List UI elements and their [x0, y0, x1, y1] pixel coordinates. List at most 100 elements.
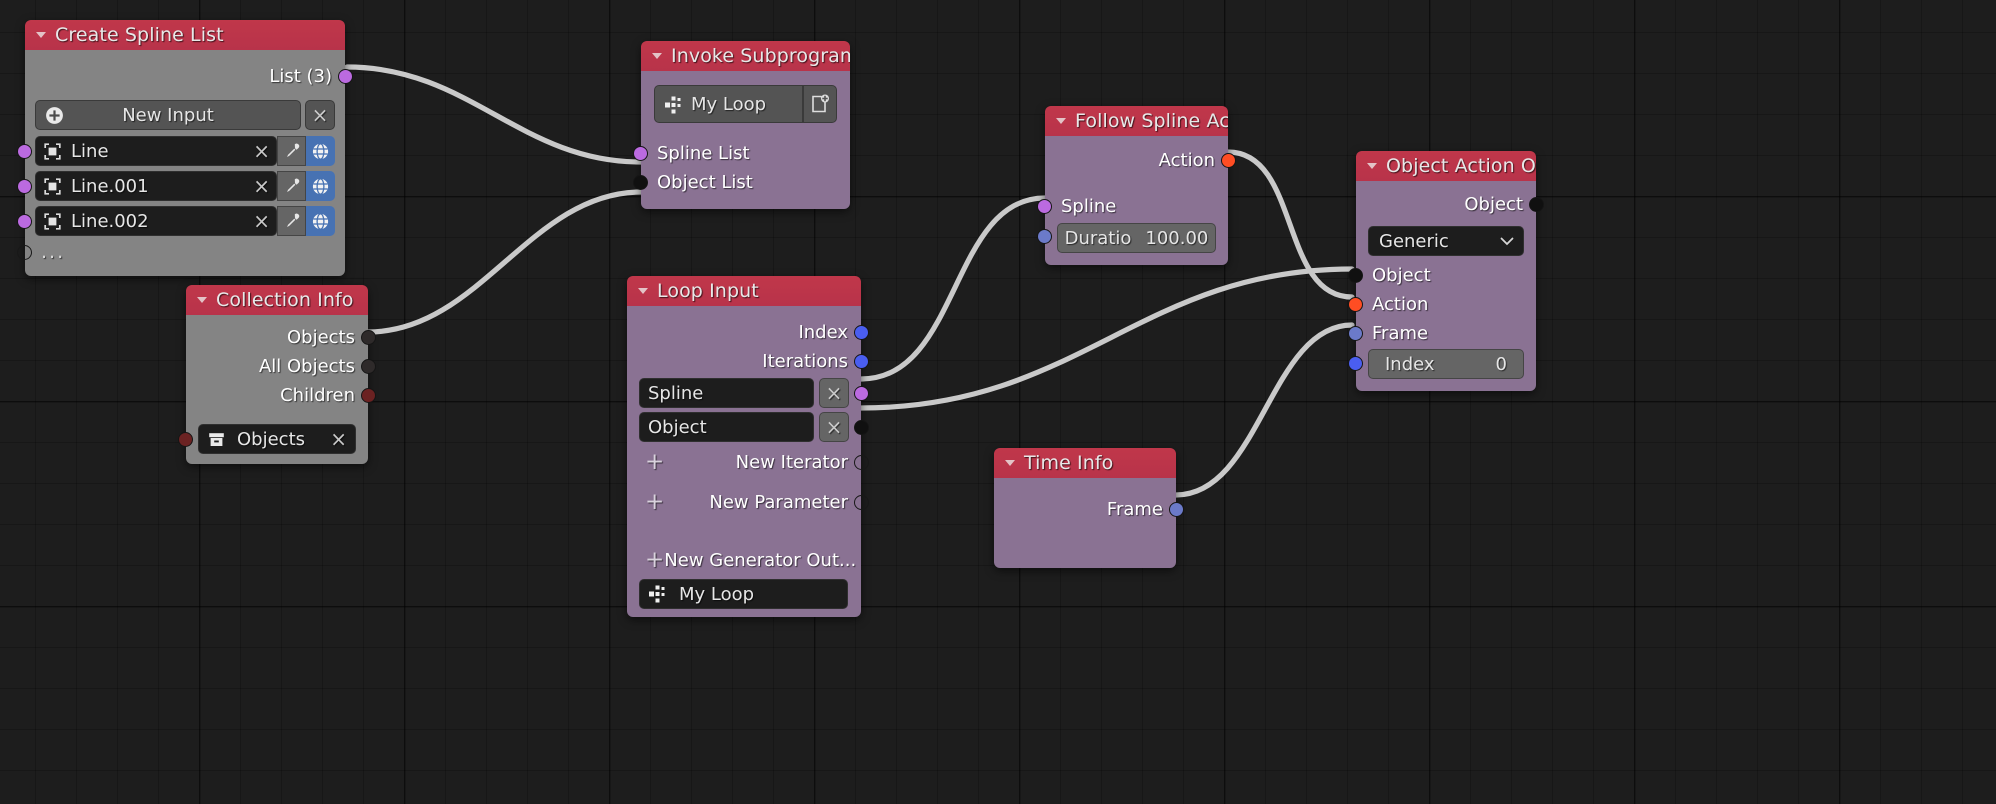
plus-icon[interactable]: +	[645, 549, 664, 572]
iterator-name-field-1[interactable]: Object	[639, 412, 814, 442]
input-label-spline: Spline	[1061, 196, 1117, 217]
list-item[interactable]: Object ×	[639, 412, 869, 442]
socket-list-output[interactable]	[338, 69, 353, 84]
list-item[interactable]: Spline ×	[639, 378, 869, 408]
triangle-down-icon[interactable]	[1367, 163, 1377, 169]
node-object-action-output[interactable]: Object Action Ou... Object Generic	[1348, 151, 1544, 391]
output-label-frame: Frame	[1106, 499, 1163, 520]
eyedropper-button-0[interactable]	[277, 136, 306, 166]
subprogram-selector[interactable]: My Loop	[641, 85, 850, 123]
close-icon[interactable]: ×	[253, 211, 270, 231]
type-select-value: Generic	[1379, 230, 1449, 252]
node-header-loop-input[interactable]: Loop Input	[627, 276, 861, 306]
node-follow-spline-action[interactable]: Follow Spline Acti Action Spline Duratio…	[1037, 106, 1236, 265]
socket-item-1[interactable]	[17, 179, 32, 194]
list-item[interactable]: Line.002 ×	[17, 206, 335, 236]
new-input-button[interactable]: New Input	[35, 100, 301, 130]
global-toggle-0[interactable]	[306, 136, 335, 166]
action-row-new-iterator[interactable]: + New Iterator	[627, 448, 869, 477]
socket-action-input[interactable]	[1348, 297, 1363, 312]
socket-index-output[interactable]	[854, 325, 869, 340]
collection-name: Objects	[237, 428, 306, 450]
iterator-name-field-0[interactable]: Spline	[639, 378, 814, 408]
object-square-icon	[43, 177, 62, 196]
node-editor-canvas[interactable]: Create Spline List List (3) New Input × …	[0, 0, 1996, 804]
node-invoke-subprogram[interactable]: Invoke Subprogram My Loop Spline List Ob…	[633, 41, 850, 209]
node-header-time-info[interactable]: Time Info	[994, 448, 1176, 478]
duration-label: Duratio	[1064, 227, 1132, 249]
socket-action-output[interactable]	[1221, 153, 1236, 168]
node-collection-info[interactable]: Collection Info Objects All Objects Chil…	[178, 285, 376, 464]
socket-iterator-1[interactable]	[854, 420, 869, 435]
loop-subprogram-field[interactable]: My Loop	[639, 579, 848, 609]
action-row-new-generator-output[interactable]: + New Generator Out...	[627, 546, 861, 575]
object-field-0[interactable]: Line ×	[35, 136, 277, 166]
close-icon[interactable]: ×	[253, 141, 270, 161]
node-create-spline-list[interactable]: Create Spline List List (3) New Input × …	[17, 20, 353, 276]
socket-new-iterator[interactable]	[854, 455, 869, 470]
triangle-down-icon[interactable]	[1056, 118, 1066, 124]
duration-value: 100.00	[1145, 227, 1209, 249]
triangle-down-icon[interactable]	[36, 32, 46, 38]
duration-field[interactable]: Duratio 100.00	[1057, 223, 1216, 253]
object-field-1[interactable]: Line.001 ×	[35, 171, 277, 201]
socket-object-output[interactable]	[1529, 197, 1544, 212]
global-toggle-2[interactable]	[306, 206, 335, 236]
socket-object-list-input[interactable]	[633, 175, 648, 190]
node-header-follow-spline-action[interactable]: Follow Spline Acti	[1045, 106, 1228, 136]
action-row-new-parameter[interactable]: + New Parameter	[627, 488, 869, 517]
socket-item-0[interactable]	[17, 144, 32, 159]
socket-iterator-0[interactable]	[854, 386, 869, 401]
node-header-collection-info[interactable]: Collection Info	[186, 285, 368, 315]
socket-spline-input[interactable]	[1037, 199, 1052, 214]
node-time-info[interactable]: Time Info Frame	[994, 448, 1184, 568]
socket-spline-list-input[interactable]	[633, 146, 648, 161]
iterator-remove-button-0[interactable]: ×	[819, 378, 849, 408]
node-header-invoke-subprogram[interactable]: Invoke Subprogram	[641, 41, 850, 71]
type-select[interactable]: Generic	[1368, 226, 1524, 256]
list-item[interactable]: Line ×	[17, 136, 335, 166]
chevron-down-icon[interactable]	[1500, 237, 1514, 246]
node-title: Invoke Subprogram	[671, 45, 850, 67]
object-square-icon	[43, 212, 62, 231]
subprogram-field[interactable]: My Loop	[654, 85, 803, 123]
node-header-create-spline-list[interactable]: Create Spline List	[25, 20, 345, 50]
plus-icon[interactable]: +	[645, 491, 664, 514]
plus-icon[interactable]: +	[645, 451, 664, 474]
output-row-all-objects: All Objects	[186, 352, 376, 381]
list-item[interactable]: Line.001 ×	[17, 171, 335, 201]
socket-all-objects-output[interactable]	[361, 359, 376, 374]
socket-index-input[interactable]	[1348, 356, 1363, 371]
global-toggle-1[interactable]	[306, 171, 335, 201]
eyedropper-button-1[interactable]	[277, 171, 306, 201]
object-field-2[interactable]: Line.002 ×	[35, 206, 277, 236]
node-body-time-info: Frame	[994, 478, 1184, 568]
triangle-down-icon[interactable]	[1005, 460, 1015, 466]
socket-iterations-output[interactable]	[854, 354, 869, 369]
index-field[interactable]: Index 0	[1368, 349, 1524, 379]
new-subprogram-button[interactable]	[803, 85, 837, 123]
iterator-remove-button-1[interactable]: ×	[819, 412, 849, 442]
socket-frame-output[interactable]	[1169, 502, 1184, 517]
close-icon[interactable]: ×	[253, 176, 270, 196]
new-input-close-button[interactable]: ×	[305, 100, 335, 130]
socket-object-input[interactable]	[1348, 268, 1363, 283]
triangle-down-icon[interactable]	[652, 53, 662, 59]
socket-children-output[interactable]	[361, 388, 376, 403]
socket-collection-input[interactable]	[178, 432, 193, 447]
socket-overflow[interactable]	[17, 245, 32, 260]
output-row-children: Children	[186, 381, 376, 410]
eyedropper-button-2[interactable]	[277, 206, 306, 236]
overflow-label: ...	[41, 240, 66, 263]
node-header-object-action-output[interactable]: Object Action Ou...	[1356, 151, 1536, 181]
triangle-down-icon[interactable]	[197, 297, 207, 303]
node-loop-input[interactable]: Loop Input Index Iterations Spline × Obj…	[627, 276, 869, 617]
socket-new-parameter[interactable]	[854, 495, 869, 510]
close-icon[interactable]: ×	[330, 429, 347, 449]
socket-frame-input[interactable]	[1348, 326, 1363, 341]
socket-objects-output[interactable]	[361, 330, 376, 345]
socket-duration-input[interactable]	[1037, 229, 1052, 244]
triangle-down-icon[interactable]	[638, 288, 648, 294]
collection-field[interactable]: Objects ×	[198, 424, 356, 454]
socket-item-2[interactable]	[17, 214, 32, 229]
